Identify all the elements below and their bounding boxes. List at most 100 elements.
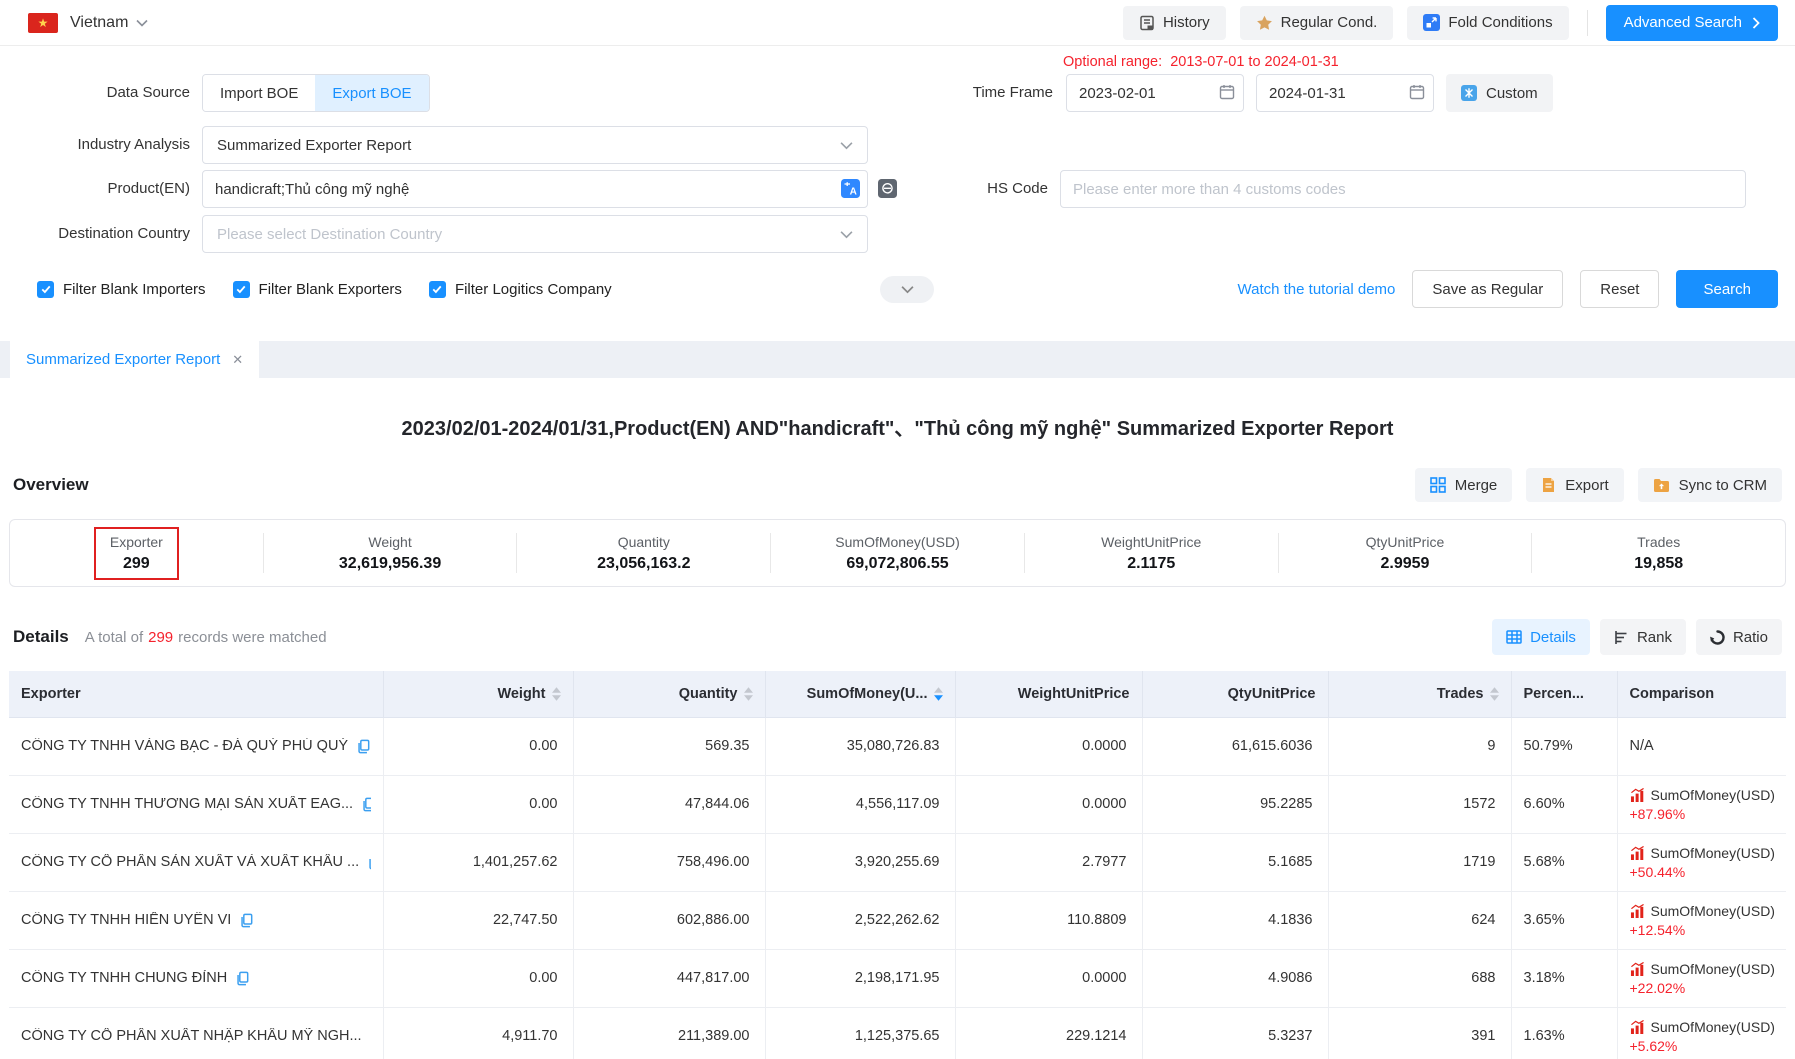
- hs-code-input[interactable]: [1060, 170, 1746, 208]
- merge-icon: [1430, 477, 1446, 493]
- comparison-cell: SumOfMoney(USD)+12.54%: [1630, 903, 1775, 938]
- industry-analysis-select[interactable]: Summarized Exporter Report: [202, 126, 868, 164]
- exporter-name[interactable]: CÔNG TY CỔ PHẦN XUẤT NHẬP KHẨU MỸ NGH...: [21, 1028, 362, 1044]
- chevron-right-icon: [1752, 17, 1760, 29]
- sort-up-icon[interactable]: [552, 687, 561, 693]
- save-as-regular-button[interactable]: Save as Regular: [1412, 270, 1563, 308]
- sort-down-icon[interactable]: [552, 695, 561, 701]
- sort-down-icon[interactable]: [744, 695, 753, 701]
- chevron-down-icon: [840, 141, 853, 150]
- filter-checkbox[interactable]: Filter Logitics Company: [429, 281, 612, 298]
- sync-to-crm-button[interactable]: Sync to CRM: [1638, 468, 1782, 502]
- cell-quantity: 602,886.00: [573, 891, 765, 949]
- sort-up-icon[interactable]: [744, 687, 753, 693]
- copy-icon[interactable]: [239, 913, 253, 928]
- checkbox-label: Filter Blank Importers: [63, 281, 206, 298]
- column-label: Exporter: [21, 686, 81, 702]
- view-ratio-button[interactable]: Ratio: [1696, 619, 1782, 655]
- cell-percent: 1.63%: [1511, 1007, 1617, 1059]
- view-details-button[interactable]: Details: [1492, 619, 1590, 655]
- destination-placeholder: Please select Destination Country: [217, 226, 442, 243]
- filter-checkbox[interactable]: Filter Blank Exporters: [233, 281, 402, 298]
- tab-summarized-exporter-report[interactable]: Summarized Exporter Report ✕: [10, 341, 259, 378]
- view-rank-label: Rank: [1637, 629, 1672, 646]
- copy-icon[interactable]: [370, 1029, 371, 1044]
- chevron-down-icon[interactable]: [136, 19, 148, 27]
- exporter-name[interactable]: CÔNG TY CỔ PHẦN SẢN XUẤT VÀ XUẤT KHẨU ..…: [21, 854, 359, 870]
- time-frame-label: Time Frame: [873, 74, 1053, 112]
- fold-conditions-button[interactable]: Fold Conditions: [1407, 6, 1568, 40]
- expand-conditions-button[interactable]: [880, 276, 934, 303]
- column-header-trades[interactable]: Trades: [1328, 671, 1511, 717]
- details-table: ExporterWeightQuantitySumOfMoney(U...Wei…: [9, 671, 1786, 1059]
- topbar: ★ Vietnam History Regular Cond. Fold Con…: [0, 0, 1795, 46]
- table-row: CÔNG TY TNHH HIỀN UYÊN VI22,747.50602,88…: [9, 891, 1786, 949]
- column-header-comparison: Comparison: [1617, 671, 1786, 717]
- custom-icon: [1461, 85, 1477, 101]
- sort-icons[interactable]: [1490, 687, 1499, 701]
- calendar-icon[interactable]: [1219, 84, 1235, 100]
- sort-up-icon[interactable]: [934, 687, 943, 693]
- regular-cond-button[interactable]: Regular Cond.: [1240, 6, 1394, 40]
- sort-icons[interactable]: [744, 687, 753, 701]
- tutorial-demo-link[interactable]: Watch the tutorial demo: [1238, 281, 1396, 298]
- view-rank-button[interactable]: Rank: [1600, 619, 1686, 655]
- comparison-change: +5.62%: [1630, 1038, 1775, 1054]
- sort-down-icon[interactable]: [1490, 695, 1499, 701]
- cell-qup: 4.9086: [1142, 949, 1328, 1007]
- cell-weight: 0.00: [383, 949, 573, 1007]
- calendar-icon[interactable]: [1409, 84, 1425, 100]
- date-to-input[interactable]: [1256, 74, 1434, 112]
- cell-percent: 5.68%: [1511, 833, 1617, 891]
- copy-icon[interactable]: [367, 855, 370, 870]
- column-header-quantity[interactable]: Quantity: [573, 671, 765, 717]
- sort-icons[interactable]: [552, 687, 561, 701]
- column-label: Weight: [497, 686, 545, 702]
- cell-weight: 0.00: [383, 775, 573, 833]
- checkbox-label: Filter Blank Exporters: [259, 281, 402, 298]
- product-input[interactable]: [202, 170, 868, 208]
- comparison-metric: SumOfMoney(USD): [1651, 1019, 1775, 1035]
- exporter-name[interactable]: CÔNG TY TNHH CHUNG ĐỈNH: [21, 970, 227, 986]
- exporter-name[interactable]: CÔNG TY TNHH HIỀN UYÊN VI: [21, 912, 231, 928]
- copy-icon[interactable]: [361, 797, 370, 812]
- translate-icon[interactable]: A: [841, 179, 860, 198]
- exporter-name[interactable]: CÔNG TY TNHH VÀNG BẠC - ĐÁ QUÝ PHÚ QUÝ: [21, 738, 348, 754]
- copy-icon[interactable]: [356, 739, 370, 754]
- table-row: CÔNG TY TNHH VÀNG BẠC - ĐÁ QUÝ PHÚ QUÝ0.…: [9, 717, 1786, 775]
- custom-label: Custom: [1486, 85, 1538, 102]
- copy-icon[interactable]: [235, 971, 249, 986]
- filter-checkbox[interactable]: Filter Blank Importers: [37, 281, 206, 298]
- advanced-search-label: Advanced Search: [1624, 14, 1742, 31]
- export-button[interactable]: Export: [1526, 468, 1623, 502]
- column-header-weight[interactable]: Weight: [383, 671, 573, 717]
- merge-button[interactable]: Merge: [1415, 468, 1513, 502]
- cell-qup: 95.2285: [1142, 775, 1328, 833]
- date-from-input[interactable]: [1066, 74, 1244, 112]
- country-selector-label[interactable]: Vietnam: [70, 14, 128, 32]
- column-header-sumofmoney[interactable]: SumOfMoney(U...: [765, 671, 955, 717]
- reset-button[interactable]: Reset: [1580, 270, 1659, 308]
- import-boe-button[interactable]: Import BOE: [203, 75, 315, 111]
- exporter-name[interactable]: CÔNG TY TNHH THƯƠNG MẠI SẢN XUẤT EAG...: [21, 796, 353, 812]
- advanced-search-button[interactable]: Advanced Search: [1606, 5, 1778, 41]
- comparison-metric: SumOfMoney(USD): [1651, 903, 1775, 919]
- fold-conditions-label: Fold Conditions: [1448, 14, 1552, 31]
- search-button[interactable]: Search: [1676, 270, 1778, 308]
- close-icon[interactable]: ✕: [232, 352, 243, 368]
- comparison-metric: SumOfMoney(USD): [1651, 787, 1775, 803]
- comparison-cell: SumOfMoney(USD)+87.96%: [1630, 787, 1775, 822]
- history-button[interactable]: History: [1123, 6, 1226, 40]
- stat-box: Trades19,858: [1620, 529, 1697, 578]
- destination-country-select[interactable]: Please select Destination Country: [202, 215, 868, 253]
- custom-range-button[interactable]: Custom: [1446, 74, 1553, 112]
- export-boe-button[interactable]: Export BOE: [315, 75, 428, 111]
- destination-country-label: Destination Country: [0, 215, 190, 253]
- cell-sum: 1,125,375.65: [765, 1007, 955, 1059]
- table-grid-icon: [1506, 630, 1522, 644]
- sort-down-icon[interactable]: [934, 695, 943, 701]
- stat-value: 32,619,956.39: [339, 555, 441, 573]
- sort-up-icon[interactable]: [1490, 687, 1499, 693]
- stat-label: QtyUnitPrice: [1366, 534, 1445, 550]
- sort-icons[interactable]: [934, 687, 943, 701]
